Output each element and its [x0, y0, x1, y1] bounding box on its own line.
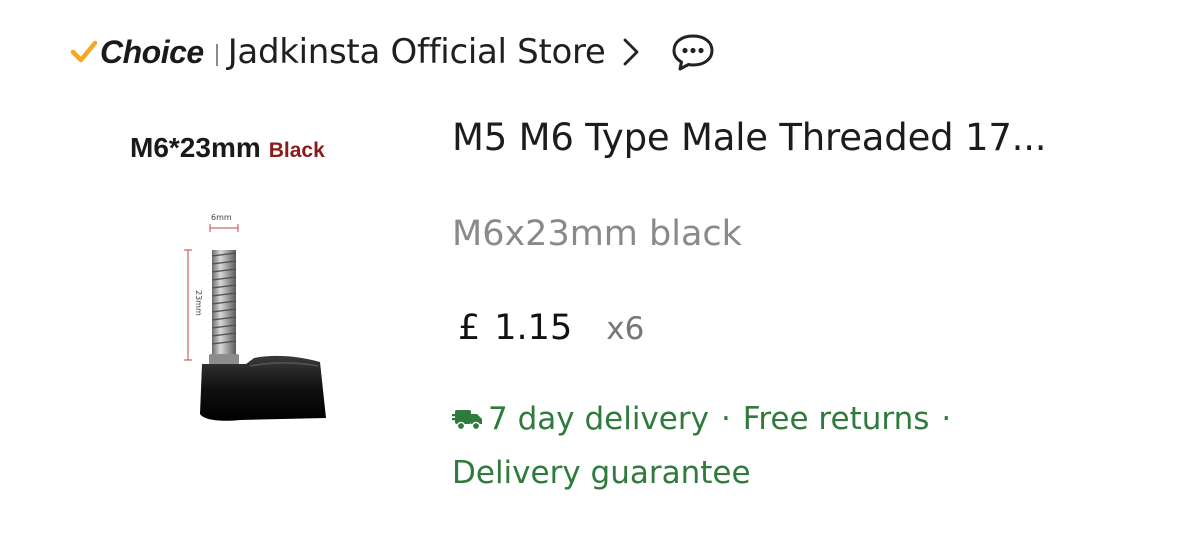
image-color-label: Black	[268, 139, 325, 162]
product-quantity: x6	[606, 311, 645, 347]
choice-badge: Choice	[70, 34, 204, 71]
separator-dot: ·	[941, 401, 952, 437]
delivery-info: 7 day delivery · Free returns · Delivery…	[452, 392, 1012, 500]
truck-icon	[452, 410, 482, 431]
free-returns: Free returns	[742, 401, 930, 437]
dimension-side-label: 23mm	[194, 290, 203, 316]
divider	[215, 44, 218, 66]
delivery-guarantee: Delivery guarantee	[452, 455, 751, 491]
chevron-right-icon[interactable]	[620, 37, 642, 67]
dimension-top-label: 6mm	[211, 213, 232, 222]
check-icon	[70, 40, 98, 63]
image-caption: M6*23mm Black	[130, 132, 325, 164]
choice-label: Choice	[100, 33, 204, 70]
product-variant: M6x23mm black	[452, 214, 742, 254]
screw-illustration: 6mm 23mm	[184, 213, 326, 421]
separator-dot: ·	[720, 401, 731, 437]
chat-icon[interactable]	[670, 32, 716, 72]
image-size-label: M6*23mm	[130, 132, 261, 163]
delivery-days: 7 day delivery	[488, 401, 709, 437]
currency-symbol: £	[458, 308, 481, 348]
store-header[interactable]: Choice Jadkinsta Official Store	[70, 28, 716, 76]
product-title[interactable]: M5 M6 Type Male Threaded 17...	[452, 116, 1047, 159]
product-price: 1.15	[494, 308, 573, 348]
price-row: £ 1.15 x6	[458, 308, 644, 348]
product-image[interactable]: M6*23mm Black 6mm 23mm	[110, 118, 400, 448]
store-name-link[interactable]: Jadkinsta Official Store	[228, 32, 606, 72]
